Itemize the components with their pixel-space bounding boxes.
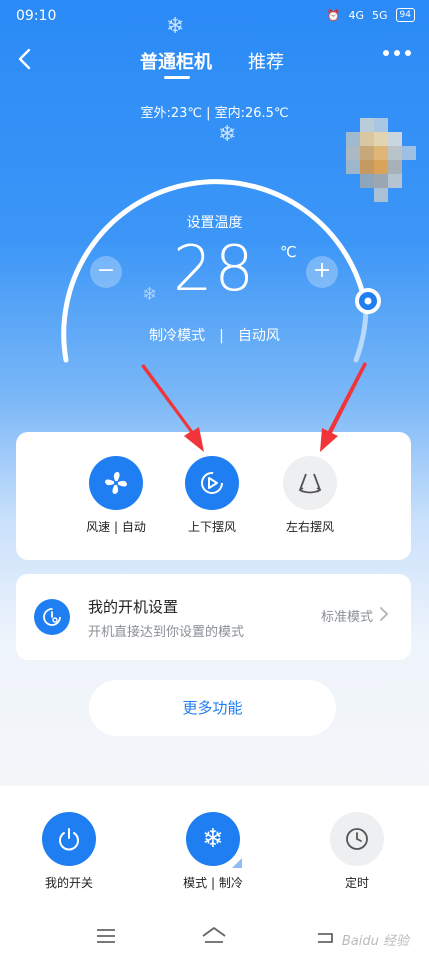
more-options-button[interactable] [383,50,411,56]
chevron-left-icon [18,48,31,70]
mode-separator: | [219,328,224,344]
power-settings-title: 我的开机设置 [88,598,179,616]
horizontal-swing-icon [298,473,322,494]
power-settings-icon [34,599,70,635]
snowflake-decoration-icon: ❄ [166,14,185,39]
alarm-icon: ⏰ [326,8,341,22]
signal-4g: 4G [348,8,365,22]
corner-indicator [232,858,242,868]
vertical-swing-label: 上下摆风 [187,520,236,534]
home-icon[interactable] [200,924,228,948]
power-settings-mode: 标准模式 [320,610,373,625]
vertical-swing-icon [201,472,223,494]
tab-recommend[interactable]: 推荐 [248,48,284,74]
increase-temp-button[interactable]: + [306,256,338,288]
temperature-unit: ℃ [280,243,297,261]
controls-card: 风速 | 自动 上下摆风 左右摆风 [16,432,411,560]
mode-text: 制冷模式 [149,328,206,344]
tab-underline [164,76,190,79]
dot-icon [394,50,400,56]
power-settings-subtitle: 开机直接达到你设置的模式 [88,625,245,640]
vertical-swing-control[interactable]: 上下摆风 [167,456,257,535]
fan-speed-control[interactable]: 风速 | 自动 [71,456,161,535]
fan-speed-label: 风速 | 自动 [86,520,146,534]
fan-icon [105,472,127,494]
decrease-temp-button[interactable]: − [90,256,122,288]
mode-button[interactable]: ❄ [186,812,242,868]
timer-item[interactable]: 定时 [307,812,407,891]
power-icon [59,828,79,851]
menu-icon[interactable] [94,924,118,948]
power-switch-label: 我的开关 [44,876,93,890]
status-icons: ⏰ 4G 5G 94 [327,8,415,22]
watermark: Baidu 经验 [341,934,409,949]
dot-icon [405,50,411,56]
dot-icon [383,50,389,56]
power-switch-item[interactable]: 我的开关 [19,812,119,891]
timer-label: 定时 [344,876,369,890]
power-on-settings-card[interactable]: 我的开机设置 开机直接达到你设置的模式 标准模式 [16,574,411,660]
mode-label: 模式 | 制冷 [183,876,243,890]
horizontal-swing-button[interactable] [283,456,337,510]
fan-text: 自动风 [237,328,280,344]
vertical-swing-button[interactable] [185,456,239,510]
tab-cabinet[interactable]: 普通柜机 [140,48,212,74]
back-nav-icon[interactable] [313,924,337,948]
more-functions-button[interactable]: 更多功能 [89,680,336,736]
clock-icon [346,828,368,850]
timer-button[interactable] [330,812,384,866]
back-button[interactable] [10,44,40,74]
mode-line: 制冷模式 | 自动风 [0,325,429,345]
horizontal-swing-control[interactable]: 左右摆风 [265,456,355,535]
chevron-right-icon [380,607,389,621]
power-button[interactable] [42,812,96,866]
set-temperature-label: 设置温度 [186,215,243,231]
temperature-value: 28 [173,232,256,305]
mode-item[interactable]: ❄ 模式 | 制冷 [163,812,263,891]
status-time: 09:10 [16,8,57,24]
horizontal-swing-label: 左右摆风 [285,520,334,534]
fan-speed-button[interactable] [89,456,143,510]
top-nav: 普通柜机 推荐 [0,40,429,84]
snowflake-icon: ❄ [202,824,224,854]
status-bar: 09:10 ⏰ 4G 5G 94 [0,0,429,34]
battery-indicator: 94 [395,8,415,22]
signal-5g: 5G [372,8,388,22]
blurred-region [346,118,418,210]
